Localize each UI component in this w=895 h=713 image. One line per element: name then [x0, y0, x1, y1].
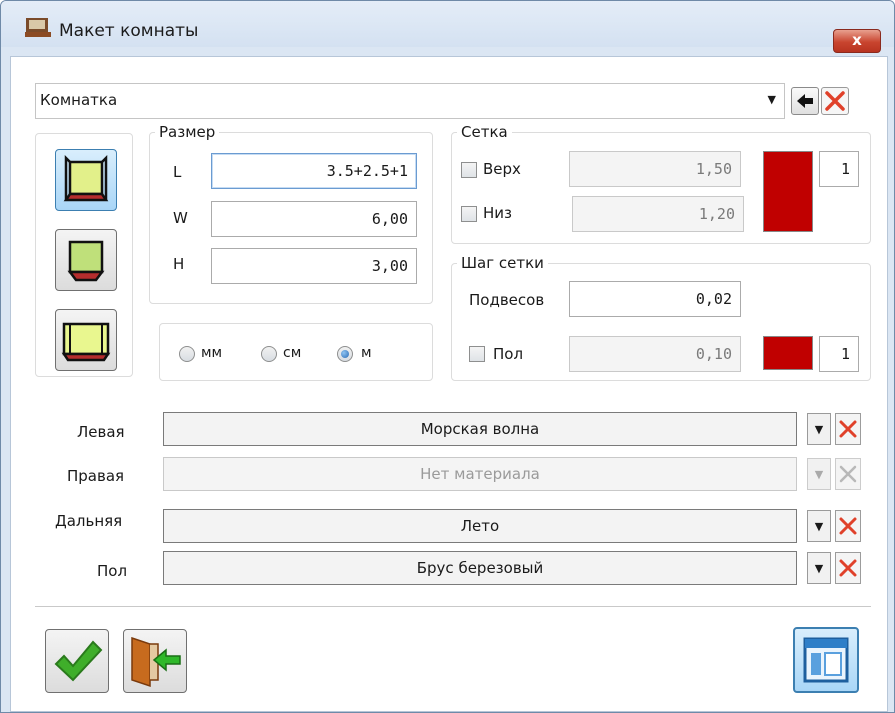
grid-step-group-label: Шаг сетки	[457, 254, 548, 272]
window-title: Макет комнаты	[59, 21, 199, 41]
layout-view-button[interactable]	[793, 627, 859, 693]
room-icon	[25, 18, 51, 37]
height-input[interactable]: 3,00	[211, 248, 417, 284]
grid-color-swatch[interactable]	[763, 151, 813, 232]
room-type-corner-button[interactable]	[55, 229, 117, 291]
grid-top-checkbox[interactable]	[461, 162, 477, 178]
close-icon	[825, 91, 845, 111]
suspension-label: Подвесов	[469, 291, 545, 309]
material-floor-label: Пол	[97, 562, 128, 580]
unit-cm-label: см	[283, 345, 302, 361]
material-right-combo[interactable]: Нет материала	[163, 457, 797, 491]
material-floor-clear-button[interactable]	[835, 552, 861, 584]
checkmark-icon	[54, 640, 103, 682]
grid-step-color-swatch[interactable]	[763, 336, 813, 370]
material-far-clear-button[interactable]	[835, 510, 861, 542]
width-input[interactable]: 6,00	[211, 201, 417, 237]
close-icon	[839, 517, 857, 535]
chevron-down-icon: ▼	[814, 520, 824, 533]
close-icon	[839, 420, 857, 438]
window-layout-icon	[803, 637, 849, 683]
exit-button[interactable]	[123, 629, 187, 693]
width-label: W	[173, 209, 188, 227]
room-type-wide-button[interactable]	[55, 309, 117, 371]
dialog-window: Макет комнаты x Комнатка ▼ Размер L 3.5+…	[0, 0, 895, 713]
preset-combo[interactable]: Комнатка ▼	[35, 83, 785, 119]
unit-mm-radio[interactable]	[179, 346, 195, 362]
grid-line-width-input[interactable]: 1	[819, 151, 859, 187]
material-far-label: Дальняя	[55, 512, 123, 530]
ok-button[interactable]	[45, 629, 109, 693]
arrow-left-icon	[797, 94, 813, 108]
length-label: L	[173, 163, 182, 181]
unit-cm-radio[interactable]	[261, 346, 277, 362]
room-type-box-button[interactable]	[55, 149, 117, 211]
unit-m-radio[interactable]	[337, 346, 353, 362]
material-far-dropdown[interactable]: ▼	[807, 510, 831, 542]
floor-grid-input[interactable]: 0,10	[569, 336, 741, 372]
room-wide-icon	[61, 322, 111, 362]
length-input[interactable]: 3.5+2.5+1	[211, 153, 417, 189]
title-bar: Макет комнаты x	[1, 1, 894, 53]
grid-bottom-label: Низ	[483, 204, 513, 222]
material-left-combo[interactable]: Морская волна	[163, 412, 797, 446]
close-icon	[839, 465, 857, 483]
chevron-down-icon: ▼	[767, 93, 776, 106]
door-exit-icon	[131, 636, 181, 688]
room-corner-icon	[67, 240, 105, 282]
material-right-dropdown[interactable]: ▼	[807, 458, 831, 490]
chevron-down-icon: ▼	[814, 562, 824, 575]
chevron-down-icon: ▼	[814, 468, 824, 481]
material-far-combo[interactable]: Лето	[163, 509, 797, 543]
close-icon	[839, 559, 857, 577]
size-group-label: Размер	[155, 123, 220, 141]
dialog-content: Комнатка ▼ Размер L 3.5+2.5+1 W 6,00 H 3…	[10, 56, 888, 712]
close-icon: x	[852, 31, 862, 49]
suspension-input[interactable]: 0,02	[569, 281, 741, 317]
preset-value: Комнатка	[40, 91, 118, 109]
grid-bottom-checkbox[interactable]	[461, 206, 477, 222]
room-box-icon	[63, 154, 109, 202]
material-left-dropdown[interactable]: ▼	[807, 413, 831, 445]
grid-step-line-width-input[interactable]: 1	[819, 336, 859, 372]
floor-grid-label: Пол	[493, 345, 524, 363]
unit-mm-label: мм	[201, 345, 223, 361]
unit-m-label: м	[361, 345, 372, 361]
separator	[35, 606, 871, 607]
material-right-label: Правая	[67, 467, 125, 485]
floor-grid-checkbox[interactable]	[469, 346, 485, 362]
close-button[interactable]: x	[833, 29, 881, 53]
grid-top-label: Верх	[483, 160, 521, 178]
grid-bottom-input[interactable]: 1,20	[572, 196, 744, 232]
material-floor-combo[interactable]: Брус березовый	[163, 551, 797, 585]
chevron-down-icon: ▼	[814, 423, 824, 436]
material-left-clear-button[interactable]	[835, 413, 861, 445]
back-button[interactable]	[791, 87, 819, 115]
material-left-label: Левая	[77, 423, 125, 441]
material-floor-dropdown[interactable]: ▼	[807, 552, 831, 584]
height-label: H	[173, 255, 185, 273]
delete-preset-button[interactable]	[821, 87, 849, 115]
material-right-clear-button[interactable]	[835, 458, 861, 490]
grid-top-input[interactable]: 1,50	[569, 151, 741, 187]
grid-group-label: Сетка	[457, 123, 512, 141]
